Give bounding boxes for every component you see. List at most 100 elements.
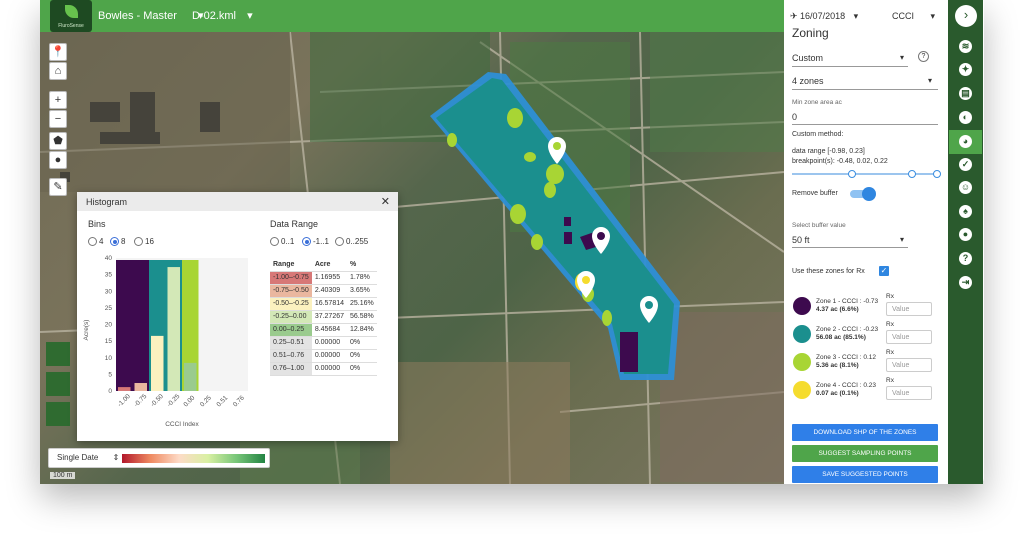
rail-icon-2[interactable]: ▤ <box>959 87 972 100</box>
y-tick-label: 25 <box>105 305 113 312</box>
pct-cell: 25.16% <box>347 297 377 311</box>
bins-option-8[interactable]: 8 <box>110 237 125 247</box>
pct-cell: 12.84% <box>347 323 377 337</box>
rail-icon-4[interactable]: ◕ <box>959 135 972 148</box>
col-header-pct: % <box>347 258 377 272</box>
buffer-select[interactable]: 50 ft <box>792 235 810 245</box>
expand-button[interactable]: › <box>955 5 977 27</box>
zone-label: Zone 2 - CCCI : -0.23 56.08 ac (85.1%) <box>816 326 879 341</box>
range-cell: -1.00–-0.75 <box>270 271 312 285</box>
legend-bar: Single Date ⇕ <box>48 448 270 468</box>
buffer-select-label: Select buffer value <box>792 222 846 229</box>
pin-icon[interactable]: 📍 <box>49 43 67 61</box>
edit-icon[interactable]: ✎ <box>49 178 67 196</box>
zoom-out-button[interactable]: − <box>49 110 67 128</box>
pct-cell: 0% <box>347 362 377 376</box>
rx-value-input[interactable]: Value <box>886 358 932 372</box>
slider-handle[interactable] <box>848 170 856 178</box>
range-option-neg1-1[interactable]: -1..1 <box>302 237 329 247</box>
date-selector[interactable]: ✈ 16/07/2018 ▾ <box>790 11 858 22</box>
rail-icon-0[interactable]: ≋ <box>959 40 972 53</box>
histogram-header: Histogram ✕ <box>77 192 398 211</box>
circle-icon[interactable]: ● <box>49 151 67 169</box>
zone-color-swatch <box>793 297 811 315</box>
x-tick-label: 0.76 <box>232 394 246 408</box>
polygon-icon[interactable]: ⬟ <box>49 132 67 150</box>
radio-icon <box>335 237 344 247</box>
rail-icon-5[interactable]: ✓ <box>959 158 972 171</box>
rail-icon-10[interactable]: ⇥ <box>959 276 972 289</box>
breakpoint-slider[interactable] <box>792 173 938 175</box>
date-mode-select[interactable]: Single Date ⇕ <box>57 453 119 462</box>
rx-value-input[interactable]: Value <box>886 386 932 400</box>
rx-value-input[interactable]: Value <box>886 330 932 344</box>
zone-color-swatch <box>793 381 811 399</box>
save-points-button[interactable]: SAVE SUGGESTED POINTS <box>792 466 938 483</box>
radio-selected-icon <box>302 237 311 247</box>
zones-count-select[interactable]: 4 zones <box>792 76 824 86</box>
min-area-input[interactable]: 0 <box>792 112 797 122</box>
x-tick-label: -0.50 <box>149 393 165 409</box>
rx-value-input[interactable]: Value <box>886 302 932 316</box>
acre-cell: 0.00000 <box>311 336 348 350</box>
col-header-range: Range <box>270 258 312 272</box>
close-icon[interactable]: ✕ <box>381 195 390 208</box>
buffer-underline <box>792 247 908 248</box>
slider-handle[interactable] <box>933 170 941 178</box>
table-row: -0.50–-0.25 16.57814 25.16% <box>270 297 377 311</box>
rail-icon-6[interactable]: ☺ <box>959 181 972 194</box>
data-range-label: Data Range <box>270 219 319 229</box>
range-cell: -0.25–0.00 <box>270 310 312 324</box>
rail-icon-8[interactable]: ● <box>959 228 972 241</box>
table-row: -0.75–-0.50 2.40309 3.65% <box>270 284 377 298</box>
suggest-sampling-button[interactable]: SUGGEST SAMPLING POINTS <box>792 445 938 462</box>
field-selector[interactable]: D-02.kml ▾ <box>192 9 253 22</box>
y-tick-label: 15 <box>105 338 113 345</box>
sort-icon: ⇕ <box>112 453 120 462</box>
acre-cell: 0.00000 <box>311 349 348 363</box>
x-tick-label: -1.00 <box>116 393 132 409</box>
x-tick-label: 0.51 <box>215 394 229 408</box>
min-area-label: Min zone area ac <box>792 99 842 106</box>
zoom-in-button[interactable]: + <box>49 91 67 109</box>
range-option-0-1[interactable]: 0..1 <box>270 237 294 247</box>
histogram-bar <box>134 383 147 391</box>
y-tick-label: 5 <box>108 371 112 378</box>
range-cell: 0.51–0.76 <box>270 349 312 363</box>
rail-icon-3[interactable]: ◐ <box>959 111 972 124</box>
panel-title: Zoning <box>792 26 829 40</box>
index-selector[interactable]: CCCI ▾ <box>892 11 935 22</box>
method-select[interactable]: Custom <box>792 53 823 63</box>
y-tick-label: 20 <box>105 322 113 329</box>
range-option-0-255[interactable]: 0..255 <box>335 237 368 247</box>
rail-icon-1[interactable]: ✦ <box>959 63 972 76</box>
home-icon[interactable]: ⌂ <box>49 62 67 80</box>
brand-logo[interactable]: FluroSense <box>50 0 92 32</box>
bins-label: Bins <box>88 219 106 229</box>
brand-name: FluroSense <box>58 23 84 29</box>
histogram-chart: 40 35 30 25 20 15 10 5 0 -1.00 -0.75 -0.50 -0.25 0.0… <box>83 255 248 428</box>
acre-cell: 16.57814 <box>311 297 348 311</box>
farm-selector[interactable]: Bowles - Master ▾ <box>98 9 203 22</box>
breakpoints-text: breakpoint(s): -0.48, 0.02, 0.22 <box>792 158 888 165</box>
slider-handle[interactable] <box>908 170 916 178</box>
zone-color-swatch <box>793 353 811 371</box>
use-zones-checkbox[interactable]: ✓ <box>879 266 889 276</box>
bins-option-16[interactable]: 16 <box>134 237 154 247</box>
y-tick-label: 0 <box>108 388 112 395</box>
table-row: -0.25–0.00 37.27267 56.58% <box>270 310 377 324</box>
zone-color-swatch <box>793 325 811 343</box>
download-shp-button[interactable]: DOWNLOAD SHP OF THE ZONES <box>792 424 938 441</box>
help-icon[interactable]: ? <box>918 51 929 62</box>
x-tick-label: 0.00 <box>182 394 196 408</box>
rail-icon-9[interactable]: ? <box>959 252 972 265</box>
bins-option-4[interactable]: 4 <box>88 237 103 247</box>
pct-cell: 56.58% <box>347 310 377 324</box>
table-row: 0.25–0.51 0.00000 0% <box>270 336 377 350</box>
range-cell: -0.75–-0.50 <box>270 284 312 298</box>
method-underline <box>792 66 908 67</box>
zone-label: Zone 1 - CCCI : -0.73 4.37 ac (6.6%) <box>816 298 879 313</box>
rail-icon-7[interactable]: ♠ <box>959 205 972 218</box>
rx-label: Rx <box>886 377 894 384</box>
acre-cell: 1.16955 <box>311 271 348 285</box>
